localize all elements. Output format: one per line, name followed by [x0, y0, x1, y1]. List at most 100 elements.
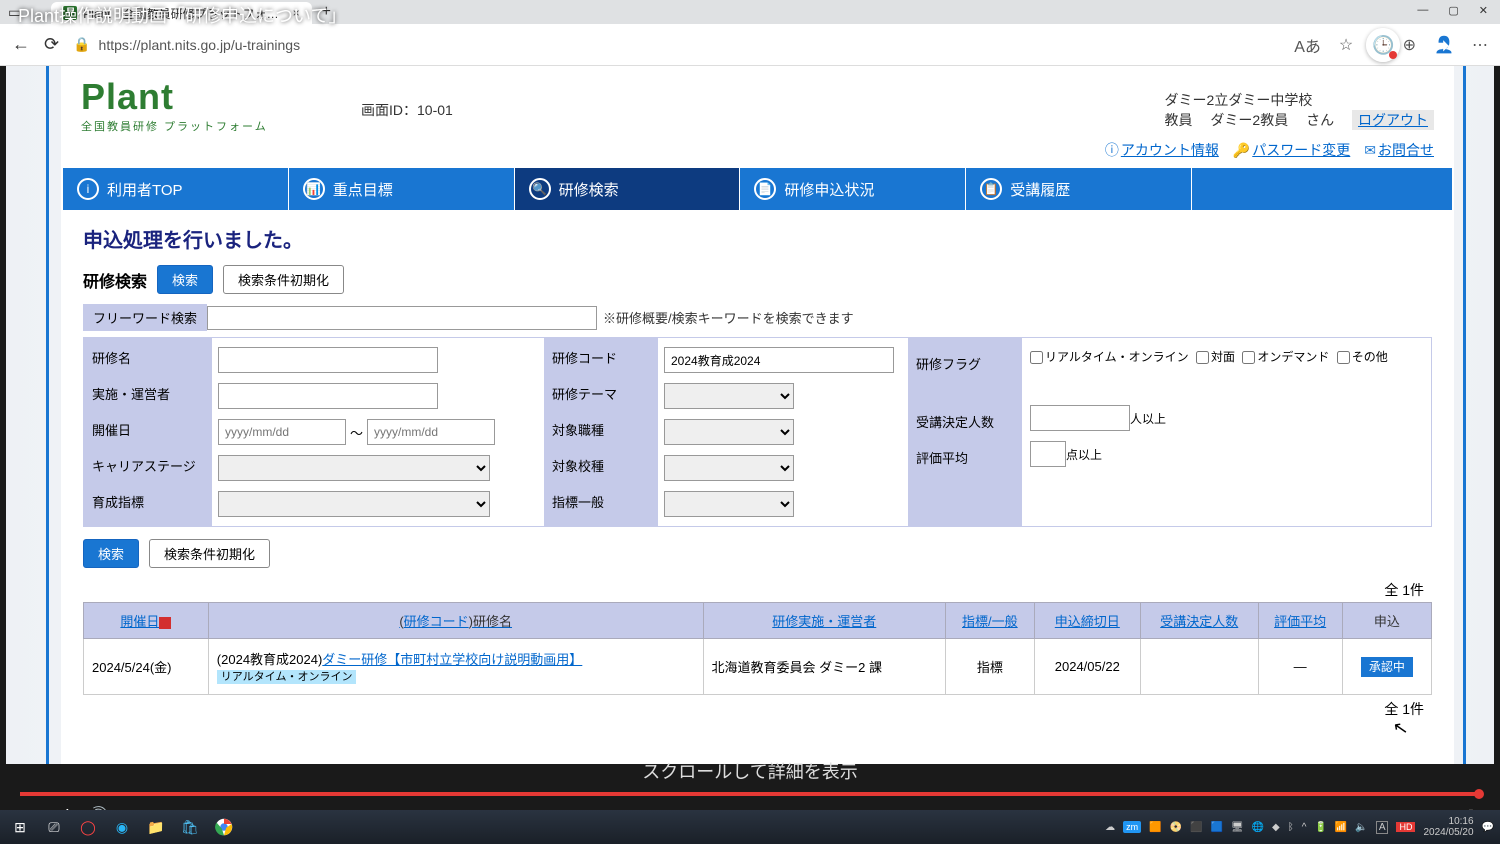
- label-date: 開催日: [84, 410, 212, 446]
- input-training-name[interactable]: [218, 347, 438, 373]
- window-maximize-icon[interactable]: ▢: [1448, 4, 1458, 17]
- start-icon[interactable]: ⊞: [6, 814, 34, 840]
- input-date-to[interactable]: [367, 419, 495, 445]
- tray-weather-icon[interactable]: ☁: [1105, 822, 1115, 833]
- th-apply: 申込: [1342, 603, 1431, 639]
- tb-store-icon[interactable]: 🛍: [176, 814, 204, 840]
- th-deadline[interactable]: 申込締切日: [1034, 603, 1140, 639]
- scroll-hint[interactable]: スクロールして詳細を表示: [0, 758, 1500, 784]
- list-icon: 📋: [980, 178, 1002, 200]
- back-icon[interactable]: ←: [12, 34, 30, 55]
- tray-app-6[interactable]: 🌐: [1252, 822, 1264, 833]
- site-info-icon[interactable]: 🔒: [73, 36, 90, 53]
- check-face[interactable]: 対面: [1196, 350, 1235, 364]
- tray-app-7[interactable]: ◆: [1272, 822, 1280, 833]
- windows-taskbar: ⊞ ⎚ ◯ ◉ 📁 🛍 ☁ zm 🟧 📀 ⬛ 🟦 🖥 🌐 ◆ ᛒ ^ 🔋 📶 🔈…: [0, 810, 1500, 844]
- select-general[interactable]: [664, 491, 794, 517]
- tray-ime-icon[interactable]: A: [1376, 821, 1389, 834]
- password-icon: 🔑: [1233, 142, 1250, 158]
- label-code: 研修コード: [544, 338, 658, 374]
- tray-chevron-icon[interactable]: ^: [1302, 822, 1307, 833]
- favorite-icon[interactable]: ☆: [1339, 35, 1353, 55]
- nav-tab-goals[interactable]: 📊重点目標: [289, 168, 515, 210]
- cell-indicator: 指標: [945, 639, 1034, 695]
- select-indicator[interactable]: [218, 491, 490, 517]
- nav-tab-user-top[interactable]: i利用者TOP: [63, 168, 289, 210]
- menu-icon[interactable]: ⋯: [1472, 35, 1488, 55]
- nav-tab-search[interactable]: 🔍研修検索: [515, 168, 741, 210]
- check-other[interactable]: その他: [1337, 350, 1388, 364]
- window-minimize-icon[interactable]: —: [1417, 4, 1428, 17]
- watch-later-icon[interactable]: 🕒: [1366, 28, 1400, 62]
- logo[interactable]: Plant 全国教員研修 プラットフォーム: [81, 76, 361, 134]
- flag-checkbox-group: リアルタイム・オンライン 対面 オンデマンド その他: [1030, 344, 1423, 400]
- reset-button-bottom[interactable]: 検索条件初期化: [149, 539, 270, 568]
- label-indicator: 育成指標: [84, 482, 212, 518]
- label-theme: 研修テーマ: [544, 374, 658, 410]
- user-name: ダミー2教員: [1210, 112, 1288, 128]
- tray-bluetooth-icon[interactable]: ᛒ: [1288, 822, 1294, 833]
- taskview-icon[interactable]: ⎚: [40, 814, 68, 840]
- reset-button-top[interactable]: 検索条件初期化: [223, 265, 344, 294]
- video-progress-bar[interactable]: [20, 792, 1480, 796]
- input-capacity[interactable]: [1030, 405, 1130, 431]
- password-link[interactable]: パスワード変更: [1252, 142, 1350, 158]
- freeword-input[interactable]: [207, 306, 597, 330]
- select-school[interactable]: [664, 455, 794, 481]
- address-bar[interactable]: 🔒 https://plant.nits.go.jp/u-trainings: [73, 36, 1280, 53]
- cell-organizer: 北海道教育委員会 ダミー2 課: [703, 639, 945, 695]
- browser-toolbar: ← ⟳ 🔒 https://plant.nits.go.jp/u-trainin…: [0, 24, 1500, 66]
- table-row: 2024/5/24(金) (2024教育成2024)ダミー研修【市町村立学校向け…: [84, 639, 1432, 695]
- account-link[interactable]: アカウント情報: [1121, 142, 1219, 158]
- search-button-top[interactable]: 検索: [157, 265, 213, 294]
- cell-capacity: [1140, 639, 1258, 695]
- logo-subtitle: 全国教員研修 プラットフォーム: [81, 118, 361, 134]
- check-ondemand[interactable]: オンデマンド: [1242, 350, 1329, 364]
- tray-network-icon[interactable]: 📶: [1335, 822, 1347, 833]
- tray-notifications-icon[interactable]: 💬: [1482, 822, 1494, 833]
- share-icon[interactable]: ➦: [1428, 28, 1450, 62]
- tb-app-1[interactable]: ◯: [74, 814, 102, 840]
- tb-explorer-icon[interactable]: 📁: [142, 814, 170, 840]
- check-realtime[interactable]: リアルタイム・オンライン: [1030, 350, 1189, 364]
- tb-edge-icon[interactable]: ◉: [108, 814, 136, 840]
- th-rating[interactable]: 評価平均: [1258, 603, 1342, 639]
- screen-id: 画面ID：10-01: [361, 100, 453, 120]
- input-date-from[interactable]: [218, 419, 346, 445]
- select-career-stage[interactable]: [218, 455, 490, 481]
- th-organizer[interactable]: 研修実施・運営者: [703, 603, 945, 639]
- tray-app-1[interactable]: 🟧: [1149, 822, 1161, 833]
- tray-app-3[interactable]: ⬛: [1190, 822, 1202, 833]
- tray-hd-icon[interactable]: HD: [1396, 822, 1415, 832]
- video-title-overlay: Plant操作説明動画「研修申込について」: [18, 2, 347, 28]
- nav-tab-history[interactable]: 📋受講履歴: [966, 168, 1192, 210]
- th-capacity[interactable]: 受講決定人数: [1140, 603, 1258, 639]
- contact-link[interactable]: お問合せ: [1378, 142, 1434, 158]
- th-name[interactable]: (研修コード)研修名: [208, 603, 703, 639]
- th-indicator[interactable]: 指標/一般: [945, 603, 1034, 639]
- select-job[interactable]: [664, 419, 794, 445]
- input-code[interactable]: [664, 347, 894, 373]
- tb-chrome-icon[interactable]: [210, 814, 238, 840]
- input-organizer[interactable]: [218, 383, 438, 409]
- tray-volume-icon[interactable]: 🔈: [1355, 822, 1367, 833]
- tray-app-5[interactable]: 🖥: [1231, 822, 1244, 833]
- logout-link[interactable]: ログアウト: [1352, 110, 1434, 130]
- input-rating[interactable]: [1030, 441, 1066, 467]
- training-link[interactable]: ダミー研修【市町村立学校向け説明動画用】: [322, 652, 582, 667]
- tray-battery-icon[interactable]: 🔋: [1314, 822, 1326, 833]
- nav-tab-apply-status[interactable]: 📄研修申込状況: [740, 168, 966, 210]
- tray-zoom-icon[interactable]: zm: [1123, 821, 1141, 833]
- doc-icon: 📄: [754, 178, 776, 200]
- user-info: ダミー2立ダミー中学校 教員 ダミー2教員 さん ログアウト: [1165, 90, 1434, 130]
- taskbar-clock[interactable]: 10:16 2024/05/20: [1423, 816, 1473, 838]
- tray-app-2[interactable]: 📀: [1170, 822, 1182, 833]
- th-date[interactable]: 開催日: [84, 603, 209, 639]
- search-button-bottom[interactable]: 検索: [83, 539, 139, 568]
- label-job: 対象職種: [544, 410, 658, 446]
- window-close-icon[interactable]: ✕: [1479, 4, 1488, 17]
- tray-app-4[interactable]: 🟦: [1210, 822, 1222, 833]
- refresh-icon[interactable]: ⟳: [44, 34, 59, 55]
- read-aloud-icon[interactable]: Aあ: [1294, 33, 1321, 57]
- select-theme[interactable]: [664, 383, 794, 409]
